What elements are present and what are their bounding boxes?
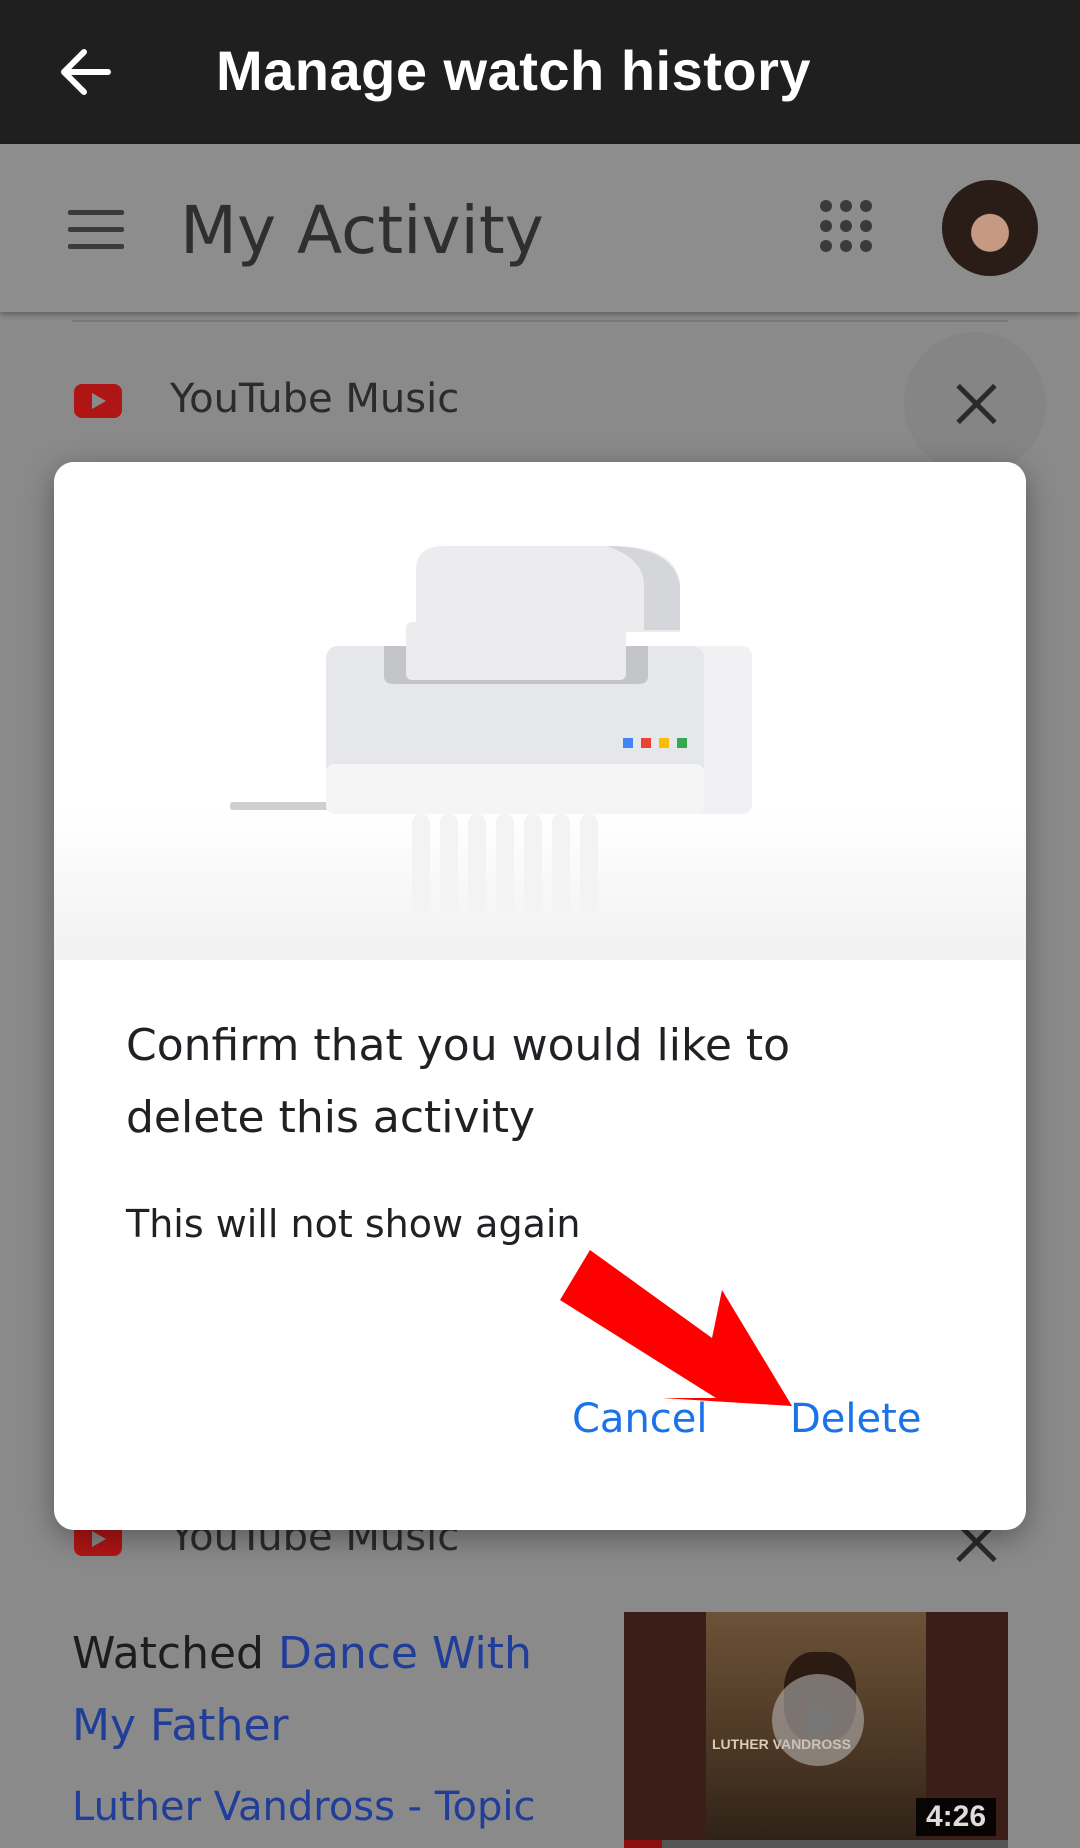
app-title: My Activity [180, 192, 544, 269]
delete-button[interactable]: Delete [782, 1392, 929, 1446]
back-arrow-icon[interactable] [56, 42, 116, 102]
dialog-message: This will not show again [126, 1202, 581, 1246]
top-bar: Manage watch history [0, 0, 1080, 144]
video-duration: 4:26 [915, 1798, 996, 1836]
watch-progress-bar [624, 1840, 1008, 1848]
watch-progress-fill [624, 1840, 663, 1848]
dialog-title: Confirm that you would like to delete th… [126, 1020, 791, 1143]
avatar[interactable] [942, 180, 1038, 276]
delete-item-close-icon[interactable] [954, 382, 998, 426]
page-title: Manage watch history [216, 39, 812, 102]
watched-prefix: Watched [72, 1628, 264, 1679]
cancel-button[interactable]: Cancel [564, 1392, 716, 1446]
youtube-music-logo-icon [74, 384, 122, 418]
watched-entry: Watched Dance With My Father [72, 1618, 592, 1762]
paper-shredder-illustration [54, 462, 1026, 960]
channel-link[interactable]: Luther Vandross - Topic [72, 1784, 535, 1830]
app-root: Manage watch history My Activity YouTube… [0, 0, 1080, 1848]
activity-product-label: YouTube Music [170, 376, 460, 422]
hamburger-menu-icon[interactable] [68, 210, 124, 250]
confirm-delete-dialog: Confirm that you would like to delete th… [54, 462, 1026, 1530]
video-thumbnail[interactable]: LUTHER VANDROSS 4:26 [624, 1612, 1008, 1848]
play-icon[interactable] [772, 1674, 864, 1766]
divider [72, 320, 1008, 322]
apps-grid-icon[interactable] [820, 200, 872, 252]
